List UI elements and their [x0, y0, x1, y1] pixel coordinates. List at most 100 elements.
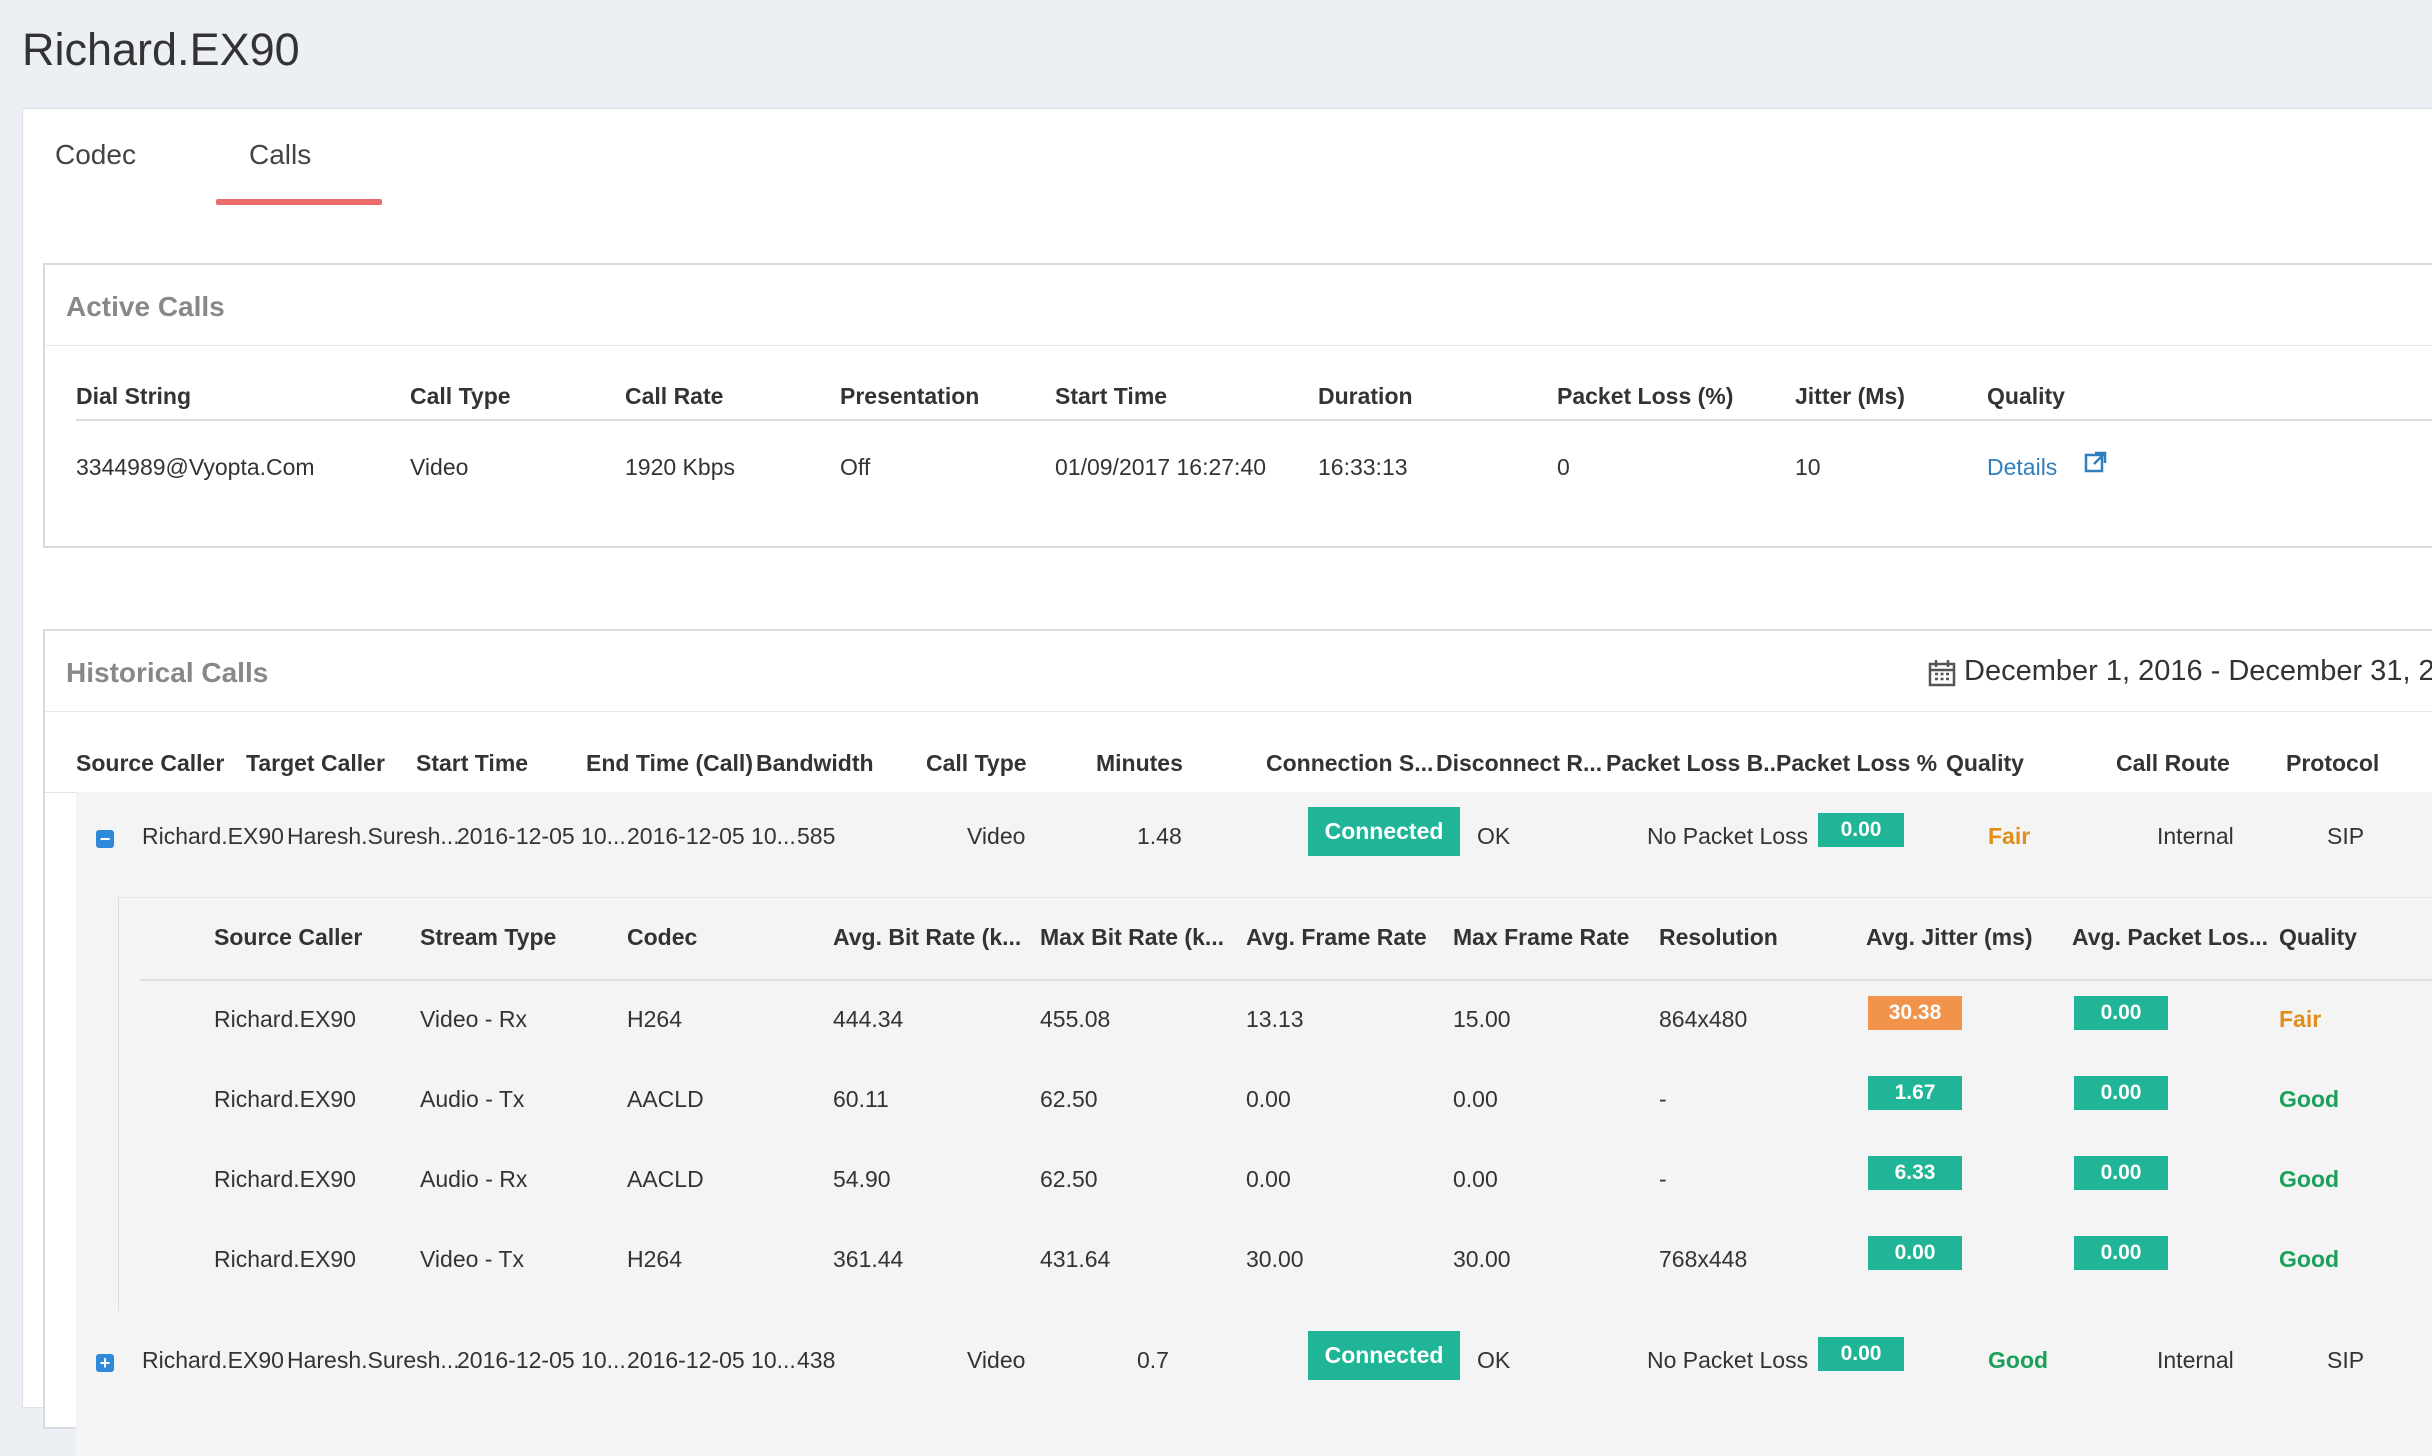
row-protocol: SIP	[2327, 823, 2365, 849]
stream-source: Richard.EX90	[214, 1006, 356, 1032]
packet-loss-badge: 0.00	[2074, 1076, 2168, 1110]
row-minutes: 0.7	[1137, 1347, 1169, 1373]
hcol-protocol[interactable]: Protocol	[2286, 750, 2379, 777]
hcol-quality[interactable]: Quality	[1946, 750, 2024, 777]
expand-row-icon[interactable]: +	[96, 1354, 114, 1372]
hcol-end-time[interactable]: End Time (Call)	[586, 750, 753, 777]
hcol-minutes[interactable]: Minutes	[1096, 750, 1183, 777]
hcol-call-type[interactable]: Call Type	[926, 750, 1027, 777]
stream-max-fr: 0.00	[1453, 1086, 1498, 1112]
row-disconnect: OK	[1477, 823, 1511, 849]
hcol-packet-loss-pct[interactable]: Packet Loss %	[1776, 750, 1937, 777]
external-link-icon[interactable]	[2083, 449, 2109, 481]
stream-max-fr: 30.00	[1453, 1246, 1511, 1272]
row-source-caller: Richard.EX90	[142, 823, 284, 849]
row-end-time: 2016-12-05 10...	[627, 1347, 796, 1373]
col-dial-string[interactable]: Dial String	[76, 383, 191, 410]
hcol-bandwidth[interactable]: Bandwidth	[756, 750, 874, 777]
row-source-caller: Richard.EX90	[142, 1347, 284, 1373]
row-start-time: 2016-12-05 10...	[457, 823, 626, 849]
row-call-route: Internal	[2157, 823, 2234, 849]
stream-avg-fr: 0.00	[1246, 1086, 1291, 1112]
hcol-start-time[interactable]: Start Time	[416, 750, 528, 777]
stream-max-bit: 455.08	[1040, 1006, 1111, 1032]
hcol-call-route[interactable]: Call Route	[2116, 750, 2230, 777]
jitter-badge: 30.38	[1868, 996, 1962, 1030]
row-end-time: 2016-12-05 10...	[627, 823, 796, 849]
tab-codec[interactable]: Codec	[55, 139, 136, 171]
row-quality: Good	[1988, 1347, 2049, 1373]
active-calls-title: Active Calls	[66, 291, 225, 322]
stream-codec: H264	[627, 1006, 682, 1032]
scol-source-caller[interactable]: Source Caller	[214, 924, 362, 951]
col-call-type[interactable]: Call Type	[410, 383, 511, 410]
scol-resolution[interactable]: Resolution	[1659, 924, 1778, 951]
start-time-value: 01/09/2017 16:27:40	[1055, 454, 1267, 480]
scol-stream-type[interactable]: Stream Type	[420, 924, 556, 951]
stream-codec: AACLD	[627, 1166, 704, 1192]
date-range-picker[interactable]: December 1, 2016 - December 31, 20	[1964, 655, 2432, 688]
col-call-rate[interactable]: Call Rate	[625, 383, 723, 410]
scol-avg-jitter[interactable]: Avg. Jitter (ms)	[1866, 924, 2033, 951]
stream-max-bit: 62.50	[1040, 1166, 1098, 1192]
stream-resolution: 864x480	[1659, 1006, 1748, 1032]
sub-header-rule	[140, 979, 2432, 981]
row-minutes: 1.48	[1137, 823, 1182, 849]
stream-resolution: -	[1659, 1086, 1667, 1112]
row-bandwidth: 438	[797, 1347, 836, 1373]
calendar-icon[interactable]	[1927, 658, 1957, 693]
jitter-badge: 1.67	[1868, 1076, 1962, 1110]
scol-codec[interactable]: Codec	[627, 924, 697, 951]
packet-loss-badge: 0.00	[1818, 1337, 1904, 1371]
jitter-badge: 0.00	[1868, 1236, 1962, 1270]
stream-source: Richard.EX90	[214, 1246, 356, 1272]
col-duration[interactable]: Duration	[1318, 383, 1413, 410]
stream-codec: H264	[627, 1246, 682, 1272]
historical-calls-panel: Historical Calls December 1, 2016 - Dece…	[43, 629, 2432, 1456]
stream-type: Video - Tx	[420, 1246, 524, 1272]
active-calls-panel: Active Calls Dial String Call Type Call …	[43, 263, 2432, 548]
scol-max-frame-rate[interactable]: Max Frame Rate	[1453, 924, 1629, 951]
scol-max-bit-rate[interactable]: Max Bit Rate (k...	[1040, 924, 1224, 951]
stream-avg-fr: 0.00	[1246, 1166, 1291, 1192]
stream-resolution: 768x448	[1659, 1246, 1748, 1272]
call-type-value: Video	[410, 454, 469, 480]
panel-divider	[45, 711, 2432, 712]
panel-divider	[45, 345, 2432, 346]
row-disconnect: OK	[1477, 1347, 1511, 1373]
stream-type: Audio - Tx	[420, 1086, 525, 1112]
hcol-source-caller[interactable]: Source Caller	[76, 750, 224, 777]
stream-avg-bit: 444.34	[833, 1006, 904, 1032]
stream-resolution: -	[1659, 1166, 1667, 1192]
stream-quality: Good	[2279, 1166, 2340, 1192]
col-start-time[interactable]: Start Time	[1055, 383, 1167, 410]
scol-avg-bit-rate[interactable]: Avg. Bit Rate (k...	[833, 924, 1021, 951]
row-call-type: Video	[967, 1347, 1026, 1373]
stream-max-fr: 0.00	[1453, 1166, 1498, 1192]
row-call-type: Video	[967, 823, 1026, 849]
hcol-packet-loss-b[interactable]: Packet Loss B...	[1606, 750, 1782, 777]
hcol-disconnect[interactable]: Disconnect R...	[1436, 750, 1602, 777]
hcol-target-caller[interactable]: Target Caller	[246, 750, 385, 777]
tab-calls[interactable]: Calls	[249, 139, 311, 171]
tab-bar: Codec Calls	[23, 109, 2432, 205]
scol-avg-packet-loss[interactable]: Avg. Packet Los...	[2072, 924, 2268, 951]
stream-type: Video - Rx	[420, 1006, 527, 1032]
jitter-value: 10	[1795, 454, 1821, 480]
stream-max-bit: 62.50	[1040, 1086, 1098, 1112]
col-presentation[interactable]: Presentation	[840, 383, 979, 410]
scol-avg-frame-rate[interactable]: Avg. Frame Rate	[1246, 924, 1427, 951]
stream-source: Richard.EX90	[214, 1086, 356, 1112]
hcol-connection[interactable]: Connection S...	[1266, 750, 1433, 777]
col-jitter[interactable]: Jitter (Ms)	[1795, 383, 1905, 410]
collapse-row-icon[interactable]: −	[96, 830, 114, 848]
stream-type: Audio - Rx	[420, 1166, 528, 1192]
col-quality[interactable]: Quality	[1987, 383, 2065, 410]
call-rate-value: 1920 Kbps	[625, 454, 735, 480]
scol-quality[interactable]: Quality	[2279, 924, 2357, 951]
packet-loss-badge: 0.00	[1818, 813, 1904, 847]
col-packet-loss[interactable]: Packet Loss (%)	[1557, 383, 1733, 410]
main-card: Codec Calls Active Calls Dial String Cal…	[22, 108, 2432, 1456]
details-link[interactable]: Details	[1987, 454, 2057, 481]
header-rule	[76, 419, 2432, 421]
